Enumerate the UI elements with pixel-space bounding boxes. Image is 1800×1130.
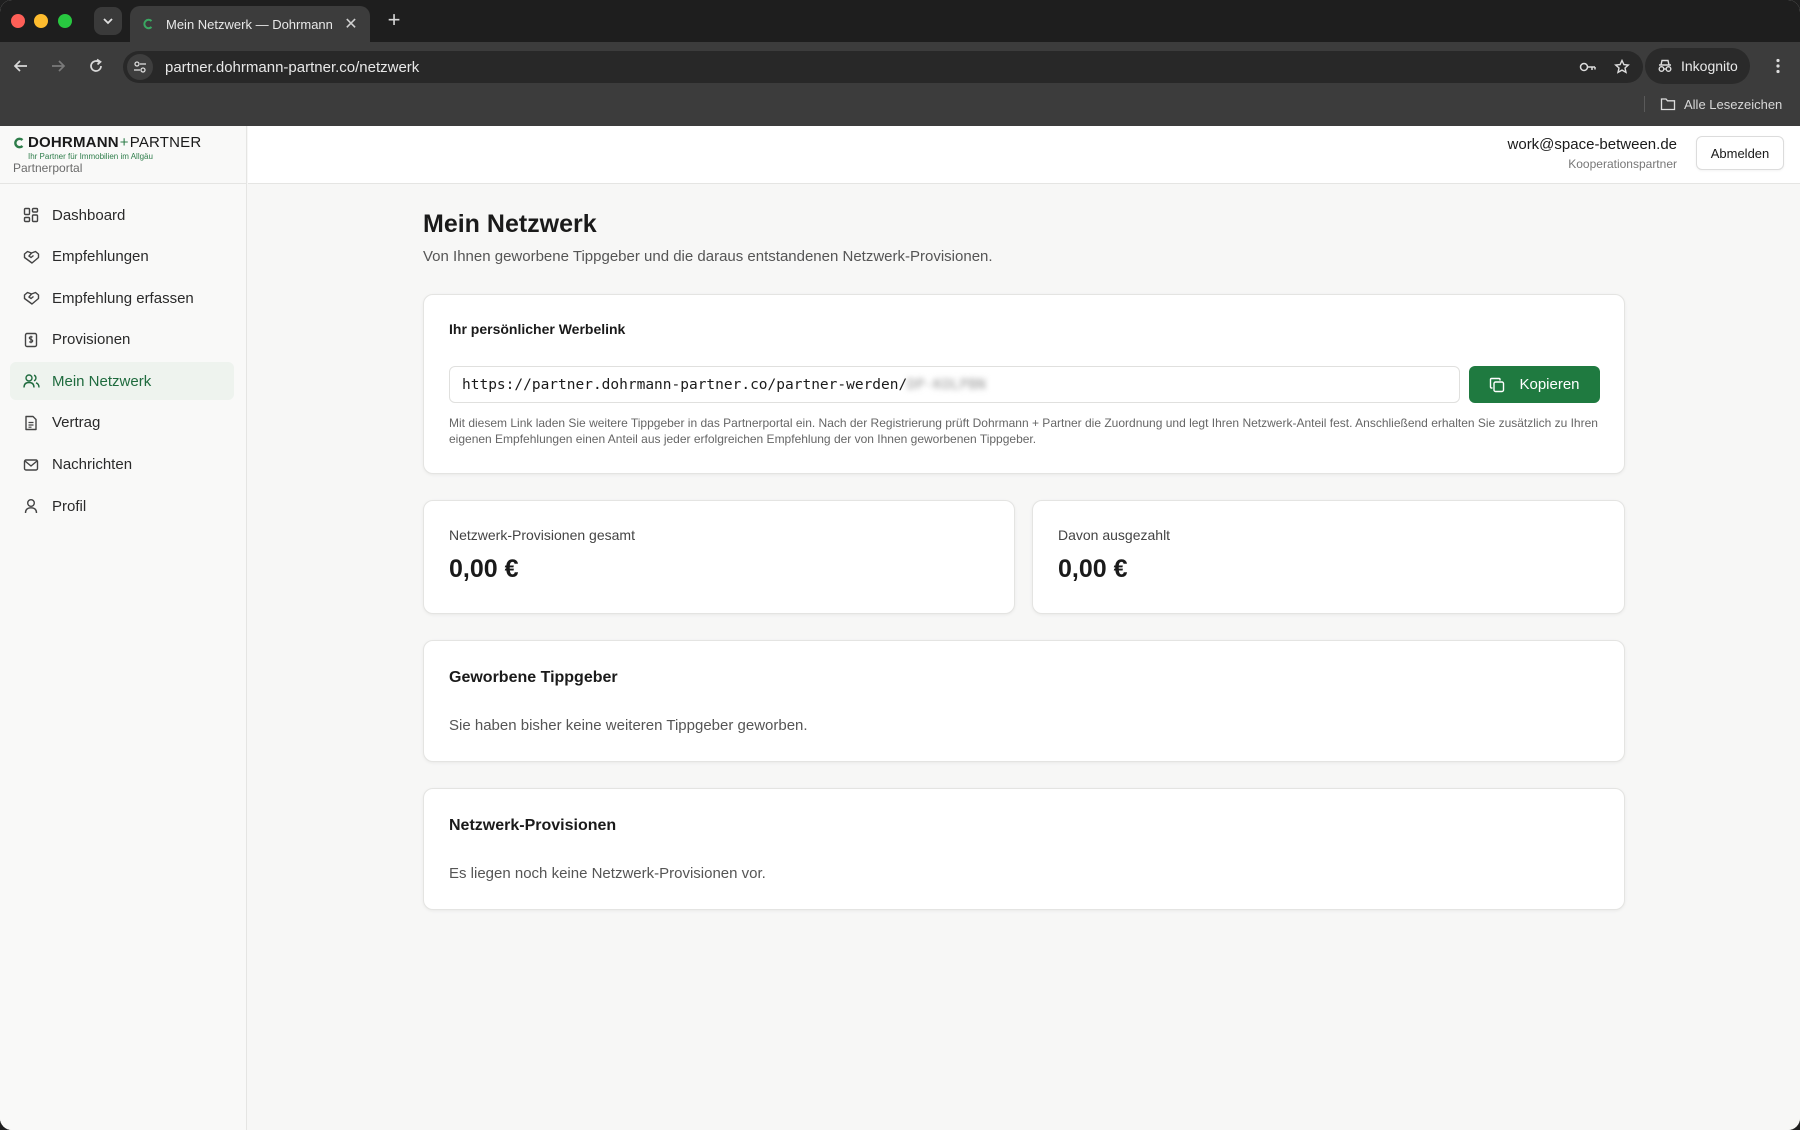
tune-icon xyxy=(134,61,146,73)
tab-title: Mein Netzwerk — Dohrmann xyxy=(166,16,333,32)
sidebar-item-label: Empfehlung erfassen xyxy=(52,289,194,307)
copy-link-label: Kopieren xyxy=(1519,376,1580,393)
tab-search-button[interactable] xyxy=(94,7,122,35)
sidebar-item-dashboard[interactable]: Dashboard xyxy=(10,196,234,234)
portal-label: Partnerportal xyxy=(13,161,83,175)
folder-icon xyxy=(1660,98,1676,111)
browser-menu-button[interactable] xyxy=(1768,54,1788,78)
stat-card-total: Netzwerk-Provisionen gesamt 0,00 € xyxy=(423,500,1015,614)
brand-logo[interactable]: DOHRMANN + PARTNER Ihr Partner für Immobil… xyxy=(13,134,201,161)
brand-partner: PARTNER xyxy=(129,134,202,151)
incognito-label: Inkognito xyxy=(1681,58,1738,74)
site-info-button[interactable] xyxy=(127,54,153,80)
favicon-icon xyxy=(140,16,156,32)
browser-window: Mein Netzwerk — Dohrmann ✕ + partner.doh… xyxy=(0,0,1800,1130)
close-tab-icon[interactable]: ✕ xyxy=(342,14,360,34)
tab-bar: Mein Netzwerk — Dohrmann ✕ + xyxy=(0,0,1800,42)
commissions-section-title: Netzwerk-Provisionen xyxy=(449,817,617,834)
bookmarks-bar xyxy=(0,90,1800,126)
sidebar-item-label: Empfehlungen xyxy=(52,248,149,266)
sidebar: DOHRMANN + PARTNER Ihr Partner für Immobil… xyxy=(0,126,247,1130)
referral-link-field[interactable]: https://partner.dohrmann-partner.co/part… xyxy=(449,366,1460,403)
receipt-icon xyxy=(22,331,40,349)
referral-link-card: Ihr persönlicher Werbelink https://partn… xyxy=(423,294,1625,474)
commissions-empty-state: Es liegen noch keine Netzwerk-Provisione… xyxy=(449,865,766,882)
more-vertical-icon xyxy=(1776,58,1780,74)
arrow-right-icon xyxy=(52,60,66,72)
reload-icon xyxy=(90,58,102,72)
stat-total-label: Netzwerk-Provisionen gesamt xyxy=(449,527,635,543)
referral-link-code: DP-KOLPBN xyxy=(907,376,986,393)
referred-empty-state: Sie haben bisher keine weiteren Tippgebe… xyxy=(449,717,808,734)
stat-total-value: 0,00 € xyxy=(449,555,519,583)
sidebar-nav: Dashboard Empfehlungen Empfehlung erfass… xyxy=(10,196,234,529)
new-tab-button[interactable]: + xyxy=(381,8,407,34)
back-button[interactable] xyxy=(9,54,33,78)
document-icon xyxy=(22,414,40,432)
bookmark-star-icon[interactable] xyxy=(1609,54,1635,80)
sidebar-item-label: Nachrichten xyxy=(52,456,133,474)
incognito-icon xyxy=(1658,59,1672,72)
arrow-left-icon xyxy=(13,60,27,72)
brand-mark-icon xyxy=(14,137,24,148)
app-header: work@space-between.de Kooperationspartne… xyxy=(248,126,1800,184)
stat-paid-value: 0,00 € xyxy=(1058,555,1128,583)
maximize-window-button[interactable] xyxy=(58,14,72,28)
forward-button[interactable] xyxy=(46,54,70,78)
sidebar-item-vertrag[interactable]: Vertrag xyxy=(10,404,234,442)
sidebar-item-label: Profil xyxy=(52,497,87,515)
users-icon xyxy=(22,372,40,390)
user-role: Kooperationspartner xyxy=(1568,157,1677,171)
sidebar-item-label: Vertrag xyxy=(52,414,101,432)
logout-button[interactable]: Abmelden xyxy=(1696,136,1784,170)
referral-help-text: Mit diesem Link laden Sie weitere Tippge… xyxy=(449,416,1598,446)
mail-icon xyxy=(22,456,40,474)
sidebar-item-empfehlungen[interactable]: Empfehlungen xyxy=(10,238,234,276)
referral-link-prefix: https://partner.dohrmann-partner.co/part… xyxy=(462,376,908,393)
minimize-window-button[interactable] xyxy=(34,14,48,28)
password-key-icon[interactable] xyxy=(1575,54,1601,80)
sidebar-item-nachrichten[interactable]: Nachrichten xyxy=(10,446,234,484)
sidebar-item-empfehlung-erfassen[interactable]: Empfehlung erfassen xyxy=(10,279,234,317)
sidebar-item-profil[interactable]: Profil xyxy=(10,487,234,525)
sidebar-item-mein-netzwerk[interactable]: Mein Netzwerk xyxy=(10,362,234,401)
brand-tagline: Ihr Partner für Immobilien im Allgäu xyxy=(28,152,153,161)
brand-name: DOHRMANN xyxy=(28,134,119,151)
chevron-down-icon xyxy=(103,18,113,25)
sidebar-item-label: Dashboard xyxy=(52,206,126,224)
referral-link-label: Ihr persönlicher Werbelink xyxy=(449,321,626,337)
all-bookmarks-button[interactable]: Alle Lesezeichen xyxy=(1660,94,1782,114)
incognito-indicator[interactable]: Inkognito xyxy=(1645,48,1750,84)
page-subtitle: Von Ihnen geworbene Tippgeber und die da… xyxy=(423,248,993,265)
stat-card-paid: Davon ausgezahlt 0,00 € xyxy=(1032,500,1625,614)
network-commissions-card: Netzwerk-Provisionen Es liegen noch kein… xyxy=(423,788,1625,910)
bookmarks-divider xyxy=(1644,96,1645,112)
reload-button[interactable] xyxy=(84,54,108,78)
referred-section-title: Geworbene Tippgeber xyxy=(449,669,618,686)
sidebar-item-label: Provisionen xyxy=(52,331,131,349)
address-bar[interactable]: partner.dohrmann-partner.co/netzwerk xyxy=(123,51,1643,83)
sidebar-divider xyxy=(0,183,247,184)
copy-link-button[interactable]: Kopieren xyxy=(1469,366,1600,403)
close-window-button[interactable] xyxy=(11,14,25,28)
handshake-icon xyxy=(22,248,40,266)
user-email: work@space-between.de xyxy=(1507,136,1677,153)
all-bookmarks-label: Alle Lesezeichen xyxy=(1684,96,1783,112)
handshake-plus-icon xyxy=(22,289,40,307)
copy-icon xyxy=(1490,377,1505,392)
browser-toolbar: partner.dohrmann-partner.co/netzwerk Ink… xyxy=(0,42,1800,90)
sidebar-item-label: Mein Netzwerk xyxy=(52,372,152,390)
brand-plus: + xyxy=(119,134,129,151)
stat-paid-label: Davon ausgezahlt xyxy=(1058,527,1171,543)
page-title: Mein Netzwerk xyxy=(423,210,597,238)
app-root: DOHRMANN + PARTNER Ihr Partner für Immobil… xyxy=(0,126,1800,1130)
referred-tippgeber-card: Geworbene Tippgeber Sie haben bisher kei… xyxy=(423,640,1625,762)
sidebar-item-provisionen[interactable]: Provisionen xyxy=(10,321,234,359)
user-icon xyxy=(22,497,40,515)
grid-icon xyxy=(22,206,40,224)
browser-tab-active[interactable]: Mein Netzwerk — Dohrmann ✕ xyxy=(130,6,370,42)
url-text[interactable]: partner.dohrmann-partner.co/netzwerk xyxy=(165,59,1575,76)
